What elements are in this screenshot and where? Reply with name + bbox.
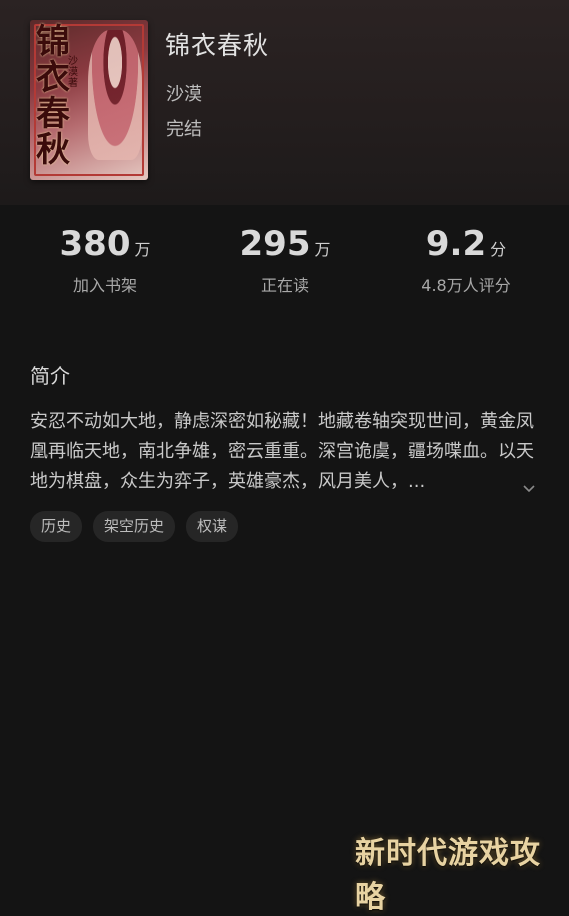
book-title: 锦衣春秋 xyxy=(165,31,270,60)
stat-reading: 295 万 正在读 xyxy=(190,224,380,296)
stat-unit: 分 xyxy=(490,240,507,259)
stat-unit: 万 xyxy=(314,240,331,259)
cover-illustration xyxy=(88,30,142,160)
stat-rating[interactable]: 9.2 分 4.8万人评分 xyxy=(371,224,561,296)
chevron-down-icon[interactable] xyxy=(522,480,536,493)
cover-calligraphy: 锦衣春秋 xyxy=(36,22,70,170)
stat-label: 4.8万人评分 xyxy=(421,276,511,295)
stat-unit: 万 xyxy=(134,240,151,259)
book-author[interactable]: 沙漠 xyxy=(166,80,202,106)
tag-chip[interactable]: 架空历史 xyxy=(93,511,176,542)
stat-bookshelf: 380 万 加入书架 xyxy=(10,224,200,296)
stat-value: 295 xyxy=(239,224,311,264)
intro-text[interactable]: 安忍不动如大地，静虑深密如秘藏！地藏卷轴突现世间，黄金凤凰再临天地，南北争雄，密… xyxy=(30,407,542,497)
watermark-logo: 新时代游戏攻略 xyxy=(355,836,541,915)
stat-label: 加入书架 xyxy=(72,276,137,295)
intro-heading: 简介 xyxy=(30,364,70,388)
stat-label: 正在读 xyxy=(260,276,309,295)
book-header: 锦衣春秋 沙漠著 锦衣春秋 沙漠 完结 xyxy=(0,0,569,205)
stat-value: 9.2 xyxy=(425,224,487,264)
tag-chip[interactable]: 权谋 xyxy=(186,511,239,542)
book-status: 完结 xyxy=(166,119,202,140)
cover-author-mark: 沙漠著 xyxy=(68,56,78,89)
tag-chip[interactable]: 历史 xyxy=(30,511,83,542)
tag-list: 历史 架空历史 权谋 xyxy=(30,511,239,542)
stat-value: 380 xyxy=(59,224,131,264)
book-cover-image[interactable]: 锦衣春秋 沙漠著 xyxy=(30,20,148,180)
book-stats: 380 万 加入书架 295 万 正在读 9.2 分 4.8万人评分 xyxy=(0,224,569,314)
